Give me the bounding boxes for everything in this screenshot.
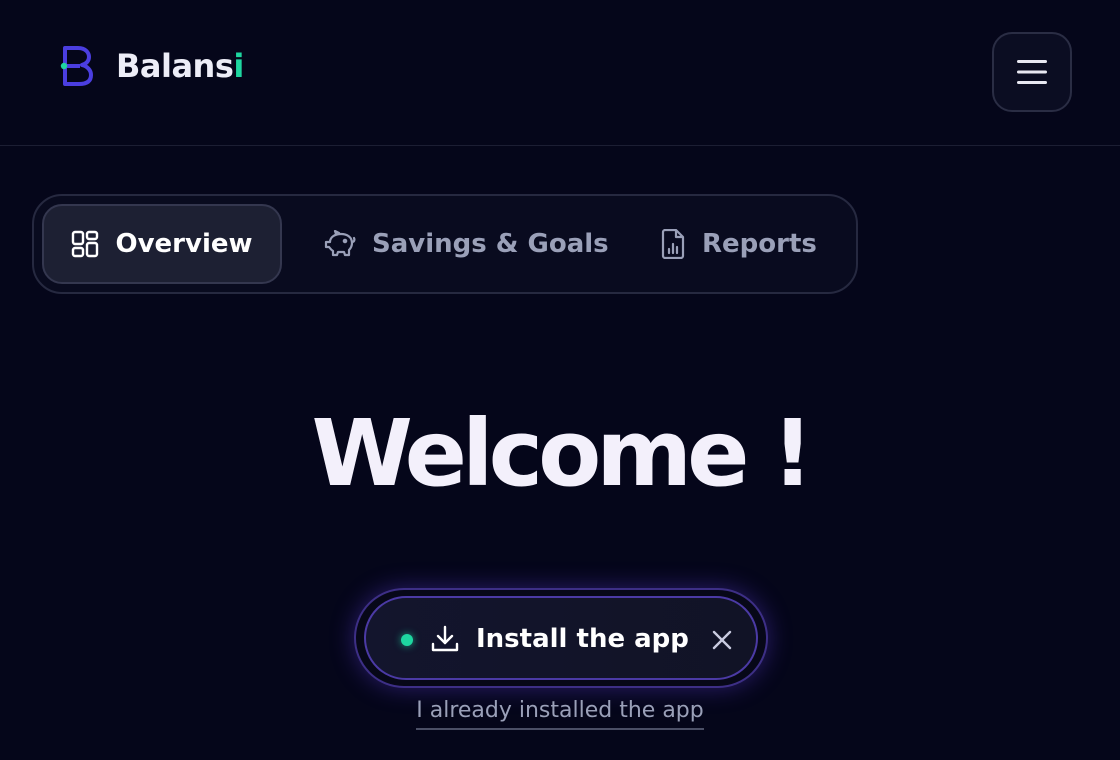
- tab-overview[interactable]: Overview: [42, 204, 282, 284]
- tab-savings-goals-label: Savings & Goals: [372, 229, 609, 259]
- install-app-button[interactable]: Install the app: [364, 596, 758, 680]
- tab-savings-goals[interactable]: Savings & Goals: [324, 204, 609, 284]
- install-app-container: Install the app: [354, 588, 768, 688]
- menu-button[interactable]: [992, 32, 1072, 112]
- report-file-icon: [661, 229, 685, 259]
- close-icon[interactable]: [712, 630, 732, 650]
- tab-bar: Overview Savings & Goals Reports: [32, 194, 858, 294]
- already-installed-container: I already installed the app: [0, 696, 1120, 730]
- top-header: Balansi: [0, 0, 1120, 146]
- already-installed-link[interactable]: I already installed the app: [416, 696, 704, 730]
- download-icon: [431, 625, 459, 652]
- tab-reports[interactable]: Reports: [660, 204, 817, 284]
- brand-name-main: Balans: [116, 47, 234, 85]
- tab-overview-label: Overview: [115, 229, 253, 259]
- piggy-bank-icon: [324, 230, 356, 257]
- page: Balansi Overview Savings & Goals Reports…: [0, 0, 1120, 760]
- balansi-logo-icon: [60, 46, 93, 86]
- brand-name[interactable]: Balansi: [116, 46, 244, 86]
- grid-icon: [72, 230, 99, 258]
- install-app-label: Install the app: [476, 624, 689, 654]
- brand-name-accent: i: [233, 47, 244, 85]
- welcome-heading: Welcome !: [311, 400, 813, 507]
- hamburger-menu-icon: [1017, 60, 1047, 84]
- status-dot-icon: [401, 634, 413, 646]
- tab-reports-label: Reports: [702, 229, 817, 259]
